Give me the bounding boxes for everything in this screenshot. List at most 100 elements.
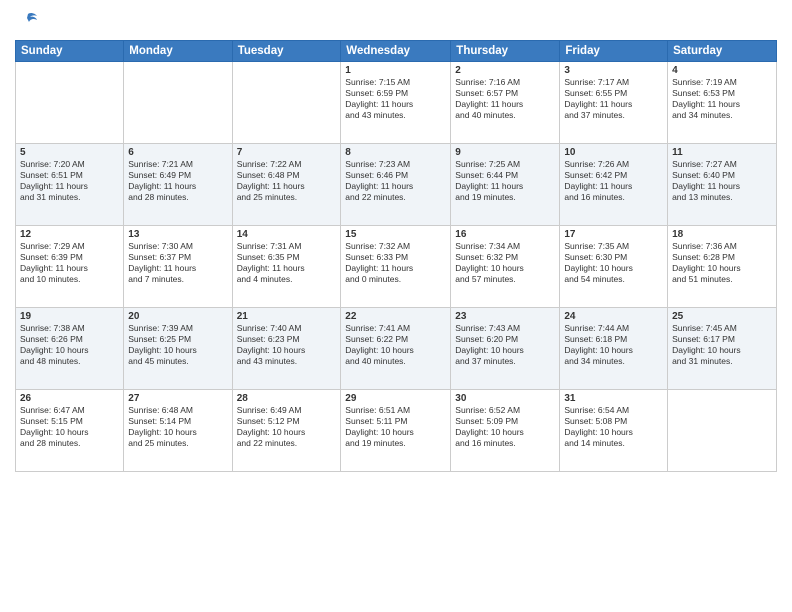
day-number: 30 xyxy=(455,393,555,404)
day-info: Sunrise: 6:49 AM Sunset: 5:12 PM Dayligh… xyxy=(237,405,337,449)
calendar-cell xyxy=(124,62,232,144)
logo xyxy=(15,10,39,32)
calendar-cell xyxy=(16,62,124,144)
col-header-friday: Friday xyxy=(560,41,668,62)
calendar-week-row: 12Sunrise: 7:29 AM Sunset: 6:39 PM Dayli… xyxy=(16,226,777,308)
calendar-cell: 30Sunrise: 6:52 AM Sunset: 5:09 PM Dayli… xyxy=(451,390,560,472)
calendar-cell: 4Sunrise: 7:19 AM Sunset: 6:53 PM Daylig… xyxy=(668,62,777,144)
day-info: Sunrise: 7:35 AM Sunset: 6:30 PM Dayligh… xyxy=(564,241,663,285)
col-header-wednesday: Wednesday xyxy=(341,41,451,62)
calendar-week-row: 26Sunrise: 6:47 AM Sunset: 5:15 PM Dayli… xyxy=(16,390,777,472)
calendar-cell: 23Sunrise: 7:43 AM Sunset: 6:20 PM Dayli… xyxy=(451,308,560,390)
day-number: 15 xyxy=(345,229,446,240)
calendar-cell: 26Sunrise: 6:47 AM Sunset: 5:15 PM Dayli… xyxy=(16,390,124,472)
day-number: 2 xyxy=(455,65,555,76)
day-number: 24 xyxy=(564,311,663,322)
day-info: Sunrise: 7:43 AM Sunset: 6:20 PM Dayligh… xyxy=(455,323,555,367)
calendar-cell: 16Sunrise: 7:34 AM Sunset: 6:32 PM Dayli… xyxy=(451,226,560,308)
day-number: 29 xyxy=(345,393,446,404)
day-info: Sunrise: 7:32 AM Sunset: 6:33 PM Dayligh… xyxy=(345,241,446,285)
calendar-cell: 24Sunrise: 7:44 AM Sunset: 6:18 PM Dayli… xyxy=(560,308,668,390)
day-info: Sunrise: 7:23 AM Sunset: 6:46 PM Dayligh… xyxy=(345,159,446,203)
day-number: 19 xyxy=(20,311,119,322)
col-header-thursday: Thursday xyxy=(451,41,560,62)
day-number: 20 xyxy=(128,311,227,322)
day-info: Sunrise: 7:22 AM Sunset: 6:48 PM Dayligh… xyxy=(237,159,337,203)
day-info: Sunrise: 7:17 AM Sunset: 6:55 PM Dayligh… xyxy=(564,77,663,121)
calendar-cell: 29Sunrise: 6:51 AM Sunset: 5:11 PM Dayli… xyxy=(341,390,451,472)
day-info: Sunrise: 7:39 AM Sunset: 6:25 PM Dayligh… xyxy=(128,323,227,367)
header-row: SundayMondayTuesdayWednesdayThursdayFrid… xyxy=(16,41,777,62)
calendar-cell xyxy=(232,62,341,144)
logo-bird-icon xyxy=(17,10,39,32)
day-info: Sunrise: 7:31 AM Sunset: 6:35 PM Dayligh… xyxy=(237,241,337,285)
day-info: Sunrise: 7:29 AM Sunset: 6:39 PM Dayligh… xyxy=(20,241,119,285)
day-number: 5 xyxy=(20,147,119,158)
calendar-cell: 6Sunrise: 7:21 AM Sunset: 6:49 PM Daylig… xyxy=(124,144,232,226)
day-number: 18 xyxy=(672,229,772,240)
col-header-monday: Monday xyxy=(124,41,232,62)
calendar-cell: 9Sunrise: 7:25 AM Sunset: 6:44 PM Daylig… xyxy=(451,144,560,226)
page: SundayMondayTuesdayWednesdayThursdayFrid… xyxy=(0,0,792,612)
day-number: 14 xyxy=(237,229,337,240)
day-number: 27 xyxy=(128,393,227,404)
calendar-cell: 1Sunrise: 7:15 AM Sunset: 6:59 PM Daylig… xyxy=(341,62,451,144)
day-number: 25 xyxy=(672,311,772,322)
calendar-cell: 19Sunrise: 7:38 AM Sunset: 6:26 PM Dayli… xyxy=(16,308,124,390)
day-info: Sunrise: 7:26 AM Sunset: 6:42 PM Dayligh… xyxy=(564,159,663,203)
day-number: 26 xyxy=(20,393,119,404)
day-number: 7 xyxy=(237,147,337,158)
day-number: 3 xyxy=(564,65,663,76)
day-info: Sunrise: 7:34 AM Sunset: 6:32 PM Dayligh… xyxy=(455,241,555,285)
day-info: Sunrise: 7:36 AM Sunset: 6:28 PM Dayligh… xyxy=(672,241,772,285)
day-number: 10 xyxy=(564,147,663,158)
day-number: 16 xyxy=(455,229,555,240)
day-number: 13 xyxy=(128,229,227,240)
calendar-week-row: 19Sunrise: 7:38 AM Sunset: 6:26 PM Dayli… xyxy=(16,308,777,390)
calendar-cell: 15Sunrise: 7:32 AM Sunset: 6:33 PM Dayli… xyxy=(341,226,451,308)
day-info: Sunrise: 7:25 AM Sunset: 6:44 PM Dayligh… xyxy=(455,159,555,203)
day-info: Sunrise: 7:19 AM Sunset: 6:53 PM Dayligh… xyxy=(672,77,772,121)
day-number: 1 xyxy=(345,65,446,76)
calendar-week-row: 5Sunrise: 7:20 AM Sunset: 6:51 PM Daylig… xyxy=(16,144,777,226)
day-number: 12 xyxy=(20,229,119,240)
calendar-cell: 20Sunrise: 7:39 AM Sunset: 6:25 PM Dayli… xyxy=(124,308,232,390)
calendar-cell: 18Sunrise: 7:36 AM Sunset: 6:28 PM Dayli… xyxy=(668,226,777,308)
day-info: Sunrise: 7:30 AM Sunset: 6:37 PM Dayligh… xyxy=(128,241,227,285)
day-number: 11 xyxy=(672,147,772,158)
col-header-sunday: Sunday xyxy=(16,41,124,62)
day-info: Sunrise: 7:15 AM Sunset: 6:59 PM Dayligh… xyxy=(345,77,446,121)
day-info: Sunrise: 7:40 AM Sunset: 6:23 PM Dayligh… xyxy=(237,323,337,367)
calendar-week-row: 1Sunrise: 7:15 AM Sunset: 6:59 PM Daylig… xyxy=(16,62,777,144)
calendar-cell: 13Sunrise: 7:30 AM Sunset: 6:37 PM Dayli… xyxy=(124,226,232,308)
day-number: 4 xyxy=(672,65,772,76)
calendar-cell: 7Sunrise: 7:22 AM Sunset: 6:48 PM Daylig… xyxy=(232,144,341,226)
day-number: 9 xyxy=(455,147,555,158)
calendar-cell xyxy=(668,390,777,472)
day-number: 6 xyxy=(128,147,227,158)
day-info: Sunrise: 7:16 AM Sunset: 6:57 PM Dayligh… xyxy=(455,77,555,121)
day-number: 23 xyxy=(455,311,555,322)
calendar-cell: 21Sunrise: 7:40 AM Sunset: 6:23 PM Dayli… xyxy=(232,308,341,390)
calendar-cell: 8Sunrise: 7:23 AM Sunset: 6:46 PM Daylig… xyxy=(341,144,451,226)
col-header-tuesday: Tuesday xyxy=(232,41,341,62)
calendar-cell: 10Sunrise: 7:26 AM Sunset: 6:42 PM Dayli… xyxy=(560,144,668,226)
day-info: Sunrise: 6:48 AM Sunset: 5:14 PM Dayligh… xyxy=(128,405,227,449)
calendar-cell: 11Sunrise: 7:27 AM Sunset: 6:40 PM Dayli… xyxy=(668,144,777,226)
day-info: Sunrise: 7:41 AM Sunset: 6:22 PM Dayligh… xyxy=(345,323,446,367)
day-info: Sunrise: 7:20 AM Sunset: 6:51 PM Dayligh… xyxy=(20,159,119,203)
day-number: 22 xyxy=(345,311,446,322)
calendar-cell: 28Sunrise: 6:49 AM Sunset: 5:12 PM Dayli… xyxy=(232,390,341,472)
calendar-cell: 31Sunrise: 6:54 AM Sunset: 5:08 PM Dayli… xyxy=(560,390,668,472)
header xyxy=(15,10,777,32)
calendar-cell: 2Sunrise: 7:16 AM Sunset: 6:57 PM Daylig… xyxy=(451,62,560,144)
col-header-saturday: Saturday xyxy=(668,41,777,62)
day-number: 8 xyxy=(345,147,446,158)
day-info: Sunrise: 7:44 AM Sunset: 6:18 PM Dayligh… xyxy=(564,323,663,367)
calendar-cell: 14Sunrise: 7:31 AM Sunset: 6:35 PM Dayli… xyxy=(232,226,341,308)
calendar-cell: 5Sunrise: 7:20 AM Sunset: 6:51 PM Daylig… xyxy=(16,144,124,226)
day-info: Sunrise: 6:47 AM Sunset: 5:15 PM Dayligh… xyxy=(20,405,119,449)
day-number: 21 xyxy=(237,311,337,322)
day-info: Sunrise: 6:54 AM Sunset: 5:08 PM Dayligh… xyxy=(564,405,663,449)
calendar-cell: 3Sunrise: 7:17 AM Sunset: 6:55 PM Daylig… xyxy=(560,62,668,144)
